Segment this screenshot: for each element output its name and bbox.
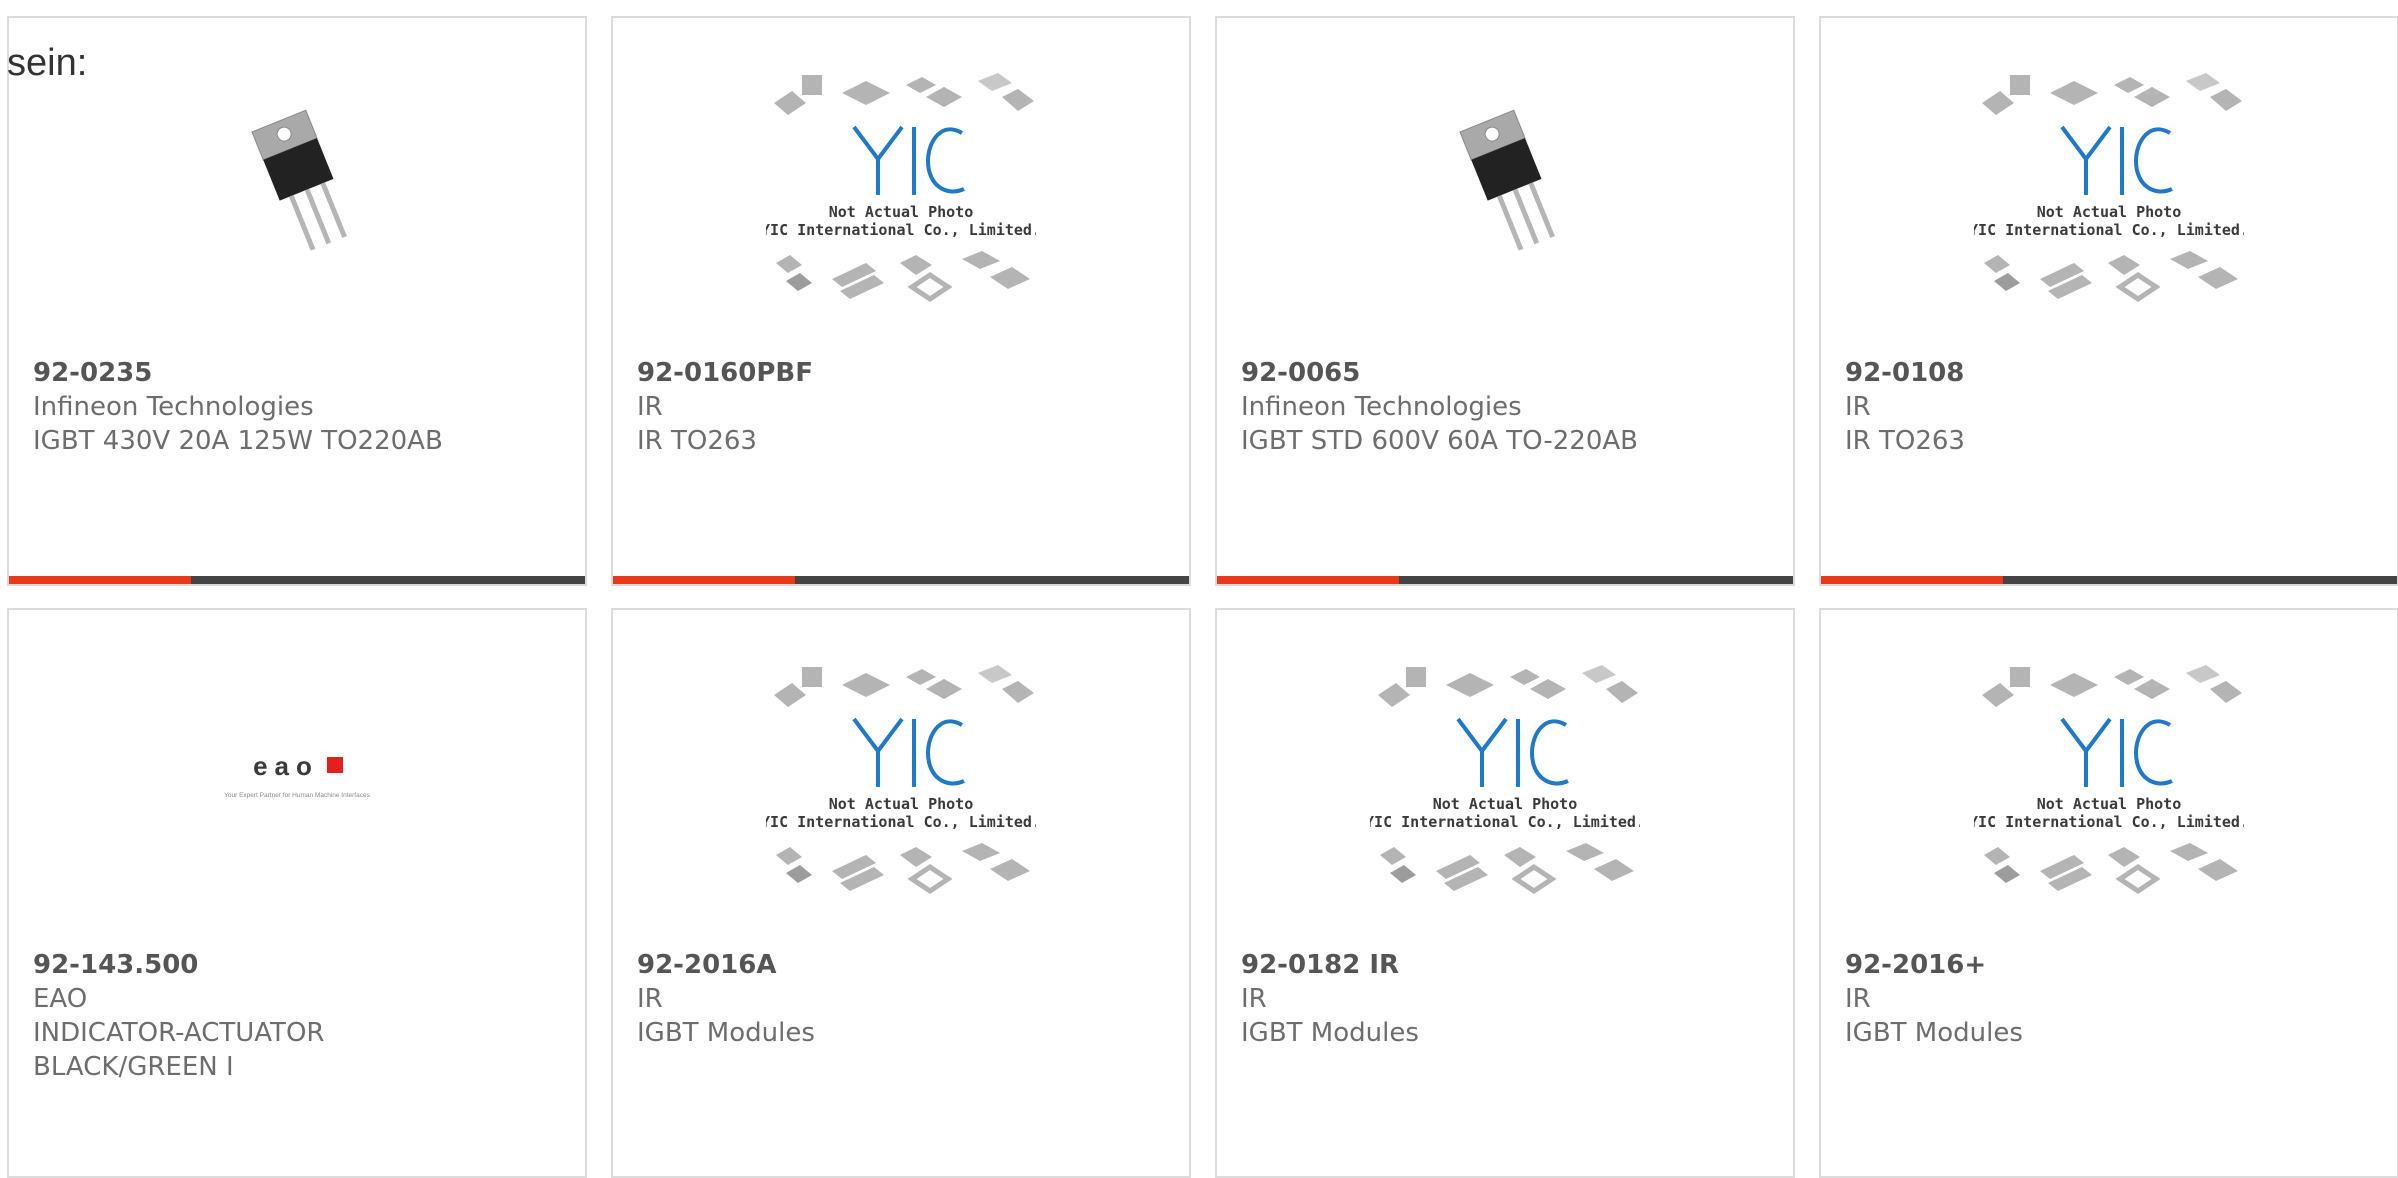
manufacturer: EAO [33, 984, 88, 1014]
placeholder-line1: Not Actual Photo [1433, 795, 1578, 813]
placeholder-line1: Not Actual Photo [829, 203, 974, 221]
yic-placeholder-icon: Not Actual Photo YIC International Co., … [1974, 73, 2244, 303]
product-image[interactable]: Not Actual Photo YIC International Co., … [766, 73, 1036, 303]
description: IGBT 430V 20A 125W TO220AB [33, 426, 443, 456]
intro-text: sein: [7, 42, 88, 84]
description: IGBT Modules [1241, 1018, 1419, 1048]
product-card[interactable]: 92-0235 Infineon Technologies IGBT 430V … [7, 16, 587, 586]
card-bottom-bar [1217, 576, 1793, 584]
eao-logo-icon: eao Your Expert Partner for Human Machin… [224, 751, 370, 799]
card-accent-bar [613, 576, 795, 584]
product-card[interactable]: Not Actual Photo YIC International Co., … [611, 16, 1191, 586]
product-card[interactable]: Not Actual Photo YIC International Co., … [1215, 608, 1795, 1178]
manufacturer: IR [1845, 392, 1871, 422]
product-image[interactable]: Not Actual Photo YIC International Co., … [1974, 73, 2244, 303]
description: IR TO263 [1845, 426, 1965, 456]
product-card[interactable]: Not Actual Photo YIC International Co., … [611, 608, 1191, 1178]
description-line2: BLACK/GREEN I [33, 1052, 234, 1082]
part-number[interactable]: 92-2016+ [1845, 948, 2377, 982]
product-image[interactable]: eao Your Expert Partner for Human Machin… [162, 674, 432, 884]
product-image[interactable]: Not Actual Photo YIC International Co., … [1370, 665, 1640, 895]
card-bottom-bar [9, 576, 585, 584]
product-grid: 92-0235 Infineon Technologies IGBT 430V … [7, 16, 2398, 1178]
description: IGBT Modules [637, 1018, 815, 1048]
product-card[interactable]: Not Actual Photo YIC International Co., … [1819, 608, 2398, 1178]
yic-placeholder-icon: Not Actual Photo YIC International Co., … [1370, 665, 1640, 895]
product-image[interactable]: Not Actual Photo YIC International Co., … [1974, 665, 2244, 895]
placeholder-line2: YIC International Co., Limited. [1974, 221, 2244, 239]
eao-brand-text: eao [253, 751, 319, 781]
placeholder-line2: YIC International Co., Limited. [1370, 813, 1640, 831]
eao-tagline: Your Expert Partner for Human Machine In… [224, 792, 370, 799]
placeholder-line2: YIC International Co., Limited. [766, 221, 1036, 239]
placeholder-line2: YIC International Co., Limited. [766, 813, 1036, 831]
card-accent-bar [1821, 576, 2003, 584]
manufacturer: IR [1845, 984, 1871, 1014]
to220-transistor-icon [192, 87, 402, 287]
part-number[interactable]: 92-0235 [33, 356, 565, 390]
description: IGBT STD 600V 60A TO-220AB [1241, 426, 1638, 456]
card-bottom-bar [613, 576, 1189, 584]
yic-placeholder-icon: Not Actual Photo YIC International Co., … [766, 665, 1036, 895]
part-number[interactable]: 92-0108 [1845, 356, 2377, 390]
to220-transistor-icon [1400, 87, 1610, 287]
description: INDICATOR-ACTUATOR [33, 1018, 325, 1048]
part-number[interactable]: 92-2016A [637, 948, 1169, 982]
part-number[interactable]: 92-0182 IR [1241, 948, 1773, 982]
part-number[interactable]: 92-143.500 [33, 948, 565, 982]
card-accent-bar [9, 576, 191, 584]
placeholder-line1: Not Actual Photo [2037, 203, 2182, 221]
manufacturer: Infineon Technologies [1241, 392, 1522, 422]
yic-placeholder-icon: Not Actual Photo YIC International Co., … [1974, 665, 2244, 895]
part-number[interactable]: 92-0065 [1241, 356, 1773, 390]
placeholder-line1: Not Actual Photo [2037, 795, 2182, 813]
product-card[interactable]: 92-0065 Infineon Technologies IGBT STD 6… [1215, 16, 1795, 586]
product-card[interactable]: Not Actual Photo YIC International Co., … [1819, 16, 2398, 586]
product-image[interactable] [162, 82, 432, 292]
card-bottom-bar [1821, 576, 2397, 584]
product-card[interactable]: eao Your Expert Partner for Human Machin… [7, 608, 587, 1178]
product-image[interactable]: Not Actual Photo YIC International Co., … [766, 665, 1036, 895]
yic-placeholder-icon: Not Actual Photo YIC International Co., … [766, 73, 1036, 303]
part-number[interactable]: 92-0160PBF [637, 356, 1169, 390]
placeholder-line1: Not Actual Photo [829, 795, 974, 813]
card-accent-bar [1217, 576, 1399, 584]
manufacturer: IR [637, 392, 663, 422]
description: IGBT Modules [1845, 1018, 2023, 1048]
description: IR TO263 [637, 426, 757, 456]
placeholder-line2: YIC International Co., Limited. [1974, 813, 2244, 831]
manufacturer: IR [1241, 984, 1267, 1014]
product-image[interactable] [1370, 82, 1640, 292]
manufacturer: Infineon Technologies [33, 392, 314, 422]
manufacturer: IR [637, 984, 663, 1014]
